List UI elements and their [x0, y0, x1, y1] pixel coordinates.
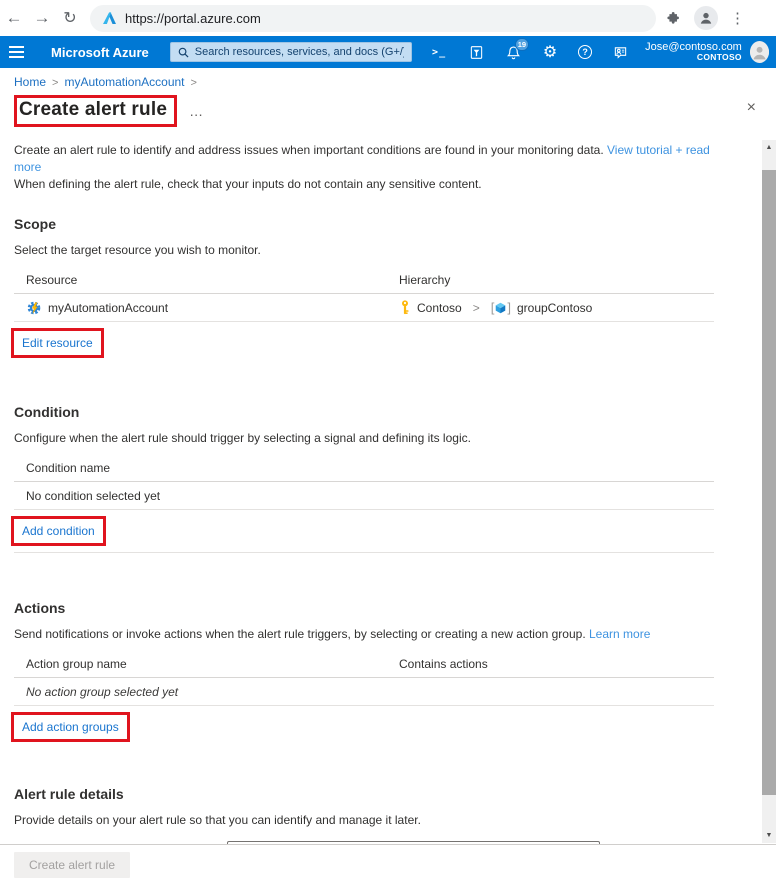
scope-heading: Scope	[14, 216, 57, 232]
resource-group-name: groupContoso	[516, 300, 593, 315]
add-condition-link[interactable]: Add condition	[22, 524, 95, 538]
page-title: Create alert rule	[19, 99, 168, 120]
edit-resource-link[interactable]: Edit resource	[22, 336, 93, 350]
azure-top-bar: Microsoft Azure >_ 19 ⚙ ? Jose@contoso.c…	[0, 36, 776, 68]
notifications-bell-icon[interactable]: 19	[504, 38, 530, 61]
condition-description: Configure when the alert rule should tri…	[14, 431, 471, 445]
browser-toolbar: ← → ↻ https://portal.azure.com ⋮	[0, 0, 776, 36]
breadcrumb-parent-link[interactable]: myAutomationAccount	[64, 75, 184, 89]
help-icon[interactable]: ?	[578, 45, 593, 59]
browser-back-icon[interactable]: ←	[0, 8, 28, 28]
account-info[interactable]: Jose@contoso.com CONTOSO	[645, 41, 742, 63]
portal-search-input[interactable]	[194, 46, 405, 58]
details-heading: Alert rule details	[14, 786, 124, 802]
notification-count-badge: 19	[514, 38, 530, 51]
browser-forward-icon[interactable]: →	[28, 8, 56, 28]
url-text[interactable]: https://portal.azure.com	[125, 11, 261, 26]
condition-empty-text: No condition selected yet	[26, 488, 161, 503]
scroll-up-icon[interactable]: ▲	[762, 140, 776, 155]
add-condition-annotation-box: Add condition	[11, 516, 106, 546]
condition-table: Condition name No condition selected yet	[14, 455, 714, 510]
subscription-name: Contoso	[417, 300, 462, 315]
details-description: Provide details on your alert rule so th…	[14, 813, 421, 827]
breadcrumb-home-link[interactable]: Home	[14, 75, 46, 89]
browser-reload-icon[interactable]: ↻	[56, 8, 84, 28]
scope-resource-row[interactable]: myAutomationAccount Contoso > [ ] groupC…	[14, 294, 714, 322]
breadcrumb-separator: >	[52, 77, 59, 89]
subscription-key-icon	[399, 300, 411, 315]
scope-col-hierarchy: Hierarchy	[399, 273, 451, 287]
breadcrumb-separator: >	[190, 77, 197, 89]
actions-col-group: Action group name	[26, 657, 127, 671]
scope-resource-name: myAutomationAccount	[48, 300, 169, 315]
close-blade-icon[interactable]: ×	[747, 100, 756, 116]
actions-empty-row: No action group selected yet	[14, 678, 714, 706]
address-bar[interactable]: https://portal.azure.com	[90, 4, 656, 32]
feedback-icon[interactable]	[611, 43, 629, 61]
more-options-ellipsis-icon[interactable]: …	[189, 103, 204, 119]
scope-description: Select the target resource you wish to m…	[14, 243, 261, 257]
scope-table: Resource Hierarchy myAutomationAccount C…	[14, 267, 714, 322]
actions-description-text: Send notifications or invoke actions whe…	[14, 627, 586, 641]
actions-description: Send notifications or invoke actions whe…	[14, 627, 714, 641]
vertical-scrollbar[interactable]: ▲ ▼	[762, 140, 776, 843]
actions-empty-text: No action group selected yet	[26, 684, 179, 699]
resource-group-icon: [ ]	[490, 300, 511, 315]
microsoft-azure-brand[interactable]: Microsoft Azure	[51, 45, 149, 60]
extensions-icon[interactable]	[666, 10, 682, 26]
condition-heading: Condition	[14, 404, 80, 420]
azure-favicon	[102, 11, 117, 26]
scroll-down-icon[interactable]: ▼	[762, 828, 776, 843]
edit-resource-annotation-box: Edit resource	[11, 328, 104, 358]
add-action-groups-link[interactable]: Add action groups	[22, 720, 119, 734]
automation-account-icon	[26, 300, 42, 316]
breadcrumb: Home > myAutomationAccount >	[14, 75, 714, 89]
scope-col-resource: Resource	[26, 273, 78, 287]
actions-section: Actions Send notifications or invoke act…	[11, 600, 714, 748]
create-alert-rule-blade: × Home > myAutomationAccount > Create alert…	[0, 68, 776, 885]
actions-table: Action group name Contains actions No ac…	[14, 651, 714, 706]
settings-gear-icon[interactable]: ⚙	[541, 43, 559, 61]
portal-search-box[interactable]	[169, 42, 413, 62]
condition-section: Condition Configure when the alert rule …	[11, 404, 714, 553]
portal-toolbar-icons: >_ 19 ⚙ ?	[430, 38, 629, 61]
cloud-shell-icon[interactable]: >_	[430, 43, 448, 61]
blade-intro: Create an alert rule to identify and add…	[14, 142, 714, 193]
add-action-groups-annotation-box: Add action groups	[11, 712, 130, 742]
condition-empty-row: No condition selected yet	[14, 482, 714, 510]
actions-col-contains: Contains actions	[399, 657, 488, 671]
blade-footer: Create alert rule	[0, 844, 776, 885]
condition-bottom-divider	[14, 552, 714, 553]
learn-more-link[interactable]: Learn more	[589, 627, 650, 641]
intro-line1: Create an alert rule to identify and add…	[14, 143, 604, 157]
azure-portal-window: ← → ↻ https://portal.azure.com ⋮ Microso…	[0, 0, 776, 885]
title-annotation-box: Create alert rule	[14, 95, 178, 127]
actions-heading: Actions	[14, 600, 66, 616]
account-directory: CONTOSO	[696, 52, 742, 63]
hierarchy-separator: >	[472, 300, 480, 315]
browser-menu-icon[interactable]: ⋮	[730, 9, 745, 27]
browser-actions: ⋮	[666, 6, 745, 30]
condition-col-name: Condition name	[26, 461, 111, 475]
intro-line2: When defining the alert rule, check that…	[14, 177, 482, 191]
portal-menu-icon[interactable]	[0, 46, 33, 58]
search-icon	[178, 47, 189, 58]
create-alert-rule-button[interactable]: Create alert rule	[14, 852, 131, 878]
browser-profile-avatar[interactable]	[694, 6, 718, 30]
scrollbar-thumb[interactable]	[762, 170, 776, 795]
scope-section: Scope Select the target resource you wis…	[11, 216, 714, 364]
account-avatar[interactable]	[749, 41, 769, 63]
directory-filter-icon[interactable]	[467, 43, 485, 61]
